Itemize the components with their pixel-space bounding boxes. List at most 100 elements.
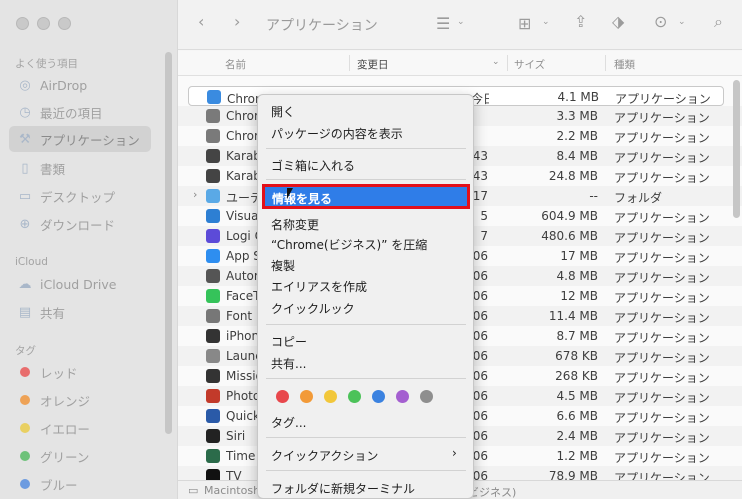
sort-chevron-icon: ⌄ — [492, 57, 500, 67]
path-tail[interactable]: ビジネス) — [468, 484, 516, 499]
sidebar-item-shared[interactable]: ▤ 共有 — [9, 299, 151, 325]
sidebar-tag-blue[interactable]: ブルー — [9, 471, 151, 497]
forward-icon[interactable]: › — [234, 12, 240, 31]
minimize-window-button[interactable] — [37, 17, 50, 30]
menu-item-tags[interactable]: タグ... — [271, 414, 306, 431]
applications-icon: ⚒ — [19, 131, 31, 147]
path-disk[interactable]: Macintosh — [204, 484, 260, 497]
quicktime-icon — [206, 409, 220, 423]
sidebar-item-icloud-drive[interactable]: ☁ iCloud Drive — [9, 271, 151, 297]
column-divider[interactable] — [349, 55, 350, 71]
menu-item-alias[interactable]: エイリアスを作成 — [271, 278, 367, 295]
launchpad-icon — [206, 349, 220, 363]
tag-color-red[interactable] — [276, 390, 289, 403]
file-kind: アプリケーション — [614, 171, 710, 185]
menu-item-open[interactable]: 開く — [271, 103, 295, 120]
file-size: 17 MB — [560, 249, 598, 263]
menu-item-get-info[interactable]: 情報を見る — [262, 184, 470, 209]
close-window-button[interactable] — [16, 17, 29, 30]
list-view-icon[interactable]: ☰ — [436, 14, 450, 33]
zoom-window-button[interactable] — [58, 17, 71, 30]
app-store-icon — [206, 249, 220, 263]
file-kind: アプリケーション — [614, 311, 710, 325]
tag-color-green[interactable] — [348, 390, 361, 403]
sidebar-tag-orange[interactable]: オレンジ — [9, 387, 151, 413]
menu-item-quick-actions[interactable]: クイックアクション — [271, 447, 378, 464]
column-divider[interactable] — [605, 55, 606, 71]
tag-icon[interactable]: ⬗ — [612, 12, 624, 31]
download-icon: ⊕ — [19, 216, 31, 232]
sidebar-scrollbar[interactable] — [165, 52, 172, 434]
menu-item-copy[interactable]: コピー — [271, 333, 307, 350]
menu-separator — [266, 148, 466, 149]
clock-icon: ◷ — [19, 104, 31, 120]
chevron-down-icon[interactable]: ⌄ — [542, 17, 550, 27]
sidebar-item-recents[interactable]: ◷ 最近の項目 — [9, 99, 151, 125]
tag-color-yellow[interactable] — [324, 390, 337, 403]
menu-item-quicklook[interactable]: クイックルック — [271, 300, 355, 317]
file-size: 4.1 MB — [557, 90, 599, 104]
airdrop-icon: ◎ — [19, 77, 31, 93]
sidebar-tag-yellow[interactable]: イエロー — [9, 415, 151, 441]
context-menu: 開く パッケージの内容を表示 ゴミ箱に入れる 名称変更 “Chrome(ビジネス… — [257, 94, 474, 499]
file-size: 3.3 MB — [556, 109, 598, 123]
menu-item-duplicate[interactable]: 複製 — [271, 257, 295, 274]
tag-color-gray[interactable] — [420, 390, 433, 403]
sidebar-item-desktop[interactable]: ▭ デスクトップ — [9, 183, 151, 209]
share-icon[interactable]: ⇪ — [574, 12, 587, 31]
favorites-section-title: よく使う項目 — [15, 58, 78, 70]
file-size: 1.2 MB — [556, 449, 598, 463]
shared-folder-icon: ▤ — [18, 304, 32, 320]
column-header: 名前 変更日 ⌄ サイズ 種類 — [178, 51, 742, 76]
font-book-icon — [206, 309, 220, 323]
tag-color-blue[interactable] — [372, 390, 385, 403]
menu-item-rename[interactable]: 名称変更 — [271, 216, 319, 233]
file-kind: アプリケーション — [614, 111, 710, 125]
tags-section-title: タグ — [15, 345, 36, 357]
window-title: アプリケーション — [266, 18, 378, 34]
toolbar: ‹ › アプリケーション ☰ ⌄ ⊞ ⌄ ⇪ ⬗ ⊙ ⌄ ⌕ — [178, 0, 742, 50]
more-icon[interactable]: ⊙ — [654, 12, 667, 31]
menu-item-new-terminal[interactable]: フォルダに新規ターミナル — [271, 480, 415, 497]
menu-item-compress[interactable]: “Chrome(ビジネス)” を圧縮 — [271, 236, 427, 253]
search-icon[interactable]: ⌕ — [714, 12, 723, 32]
sidebar-item-airdrop[interactable]: ◎ AirDrop — [9, 72, 151, 98]
desktop-icon: ▭ — [18, 188, 32, 204]
file-kind: アプリケーション — [614, 151, 710, 165]
list-scrollbar[interactable] — [733, 80, 740, 218]
column-divider[interactable] — [507, 55, 508, 71]
sidebar-item-documents[interactable]: ▯ 書類 — [9, 155, 151, 181]
sidebar-item-applications[interactable]: ⚒ アプリケーション — [9, 126, 151, 152]
file-kind: アプリケーション — [614, 131, 710, 145]
menu-item-trash[interactable]: ゴミ箱に入れる — [271, 157, 355, 174]
column-size[interactable]: サイズ — [514, 57, 545, 72]
column-kind[interactable]: 種類 — [614, 57, 635, 72]
file-size: 11.4 MB — [548, 309, 598, 323]
file-kind: アプリケーション — [614, 391, 710, 405]
sidebar-item-downloads[interactable]: ⊕ ダウンロード — [9, 211, 151, 237]
menu-item-show-package[interactable]: パッケージの内容を表示 — [271, 125, 403, 142]
chevron-down-icon[interactable]: ⌄ — [678, 17, 686, 27]
tag-color-orange[interactable] — [300, 390, 313, 403]
red-tag-dot — [20, 367, 30, 377]
file-size: 268 KB — [555, 369, 598, 383]
file-size: 8.4 MB — [556, 149, 598, 163]
mission-control-icon — [206, 369, 220, 383]
back-icon[interactable]: ‹ — [198, 12, 204, 31]
disclosure-chevron-icon[interactable]: › — [193, 188, 197, 201]
sidebar-tag-green[interactable]: グリーン — [9, 443, 151, 469]
tag-color-purple[interactable] — [396, 390, 409, 403]
column-name[interactable]: 名前 — [225, 57, 246, 72]
menu-item-share[interactable]: 共有... — [271, 355, 306, 372]
file-size: 24.8 MB — [548, 169, 598, 183]
karabiner-icon — [206, 149, 220, 163]
file-kind: フォルダ — [614, 191, 663, 205]
sidebar: よく使う項目 ◎ AirDrop ◷ 最近の項目 ⚒ アプリケーション ▯ 書類… — [0, 0, 178, 499]
column-date[interactable]: 変更日 — [357, 57, 389, 72]
file-kind: アプリケーション — [614, 231, 710, 245]
group-icon[interactable]: ⊞ — [518, 14, 531, 33]
file-kind: アプリケーション — [614, 471, 710, 480]
sidebar-tag-red[interactable]: レッド — [9, 359, 151, 385]
chevron-down-icon[interactable]: ⌄ — [457, 17, 465, 27]
chrome-icon — [206, 109, 220, 123]
